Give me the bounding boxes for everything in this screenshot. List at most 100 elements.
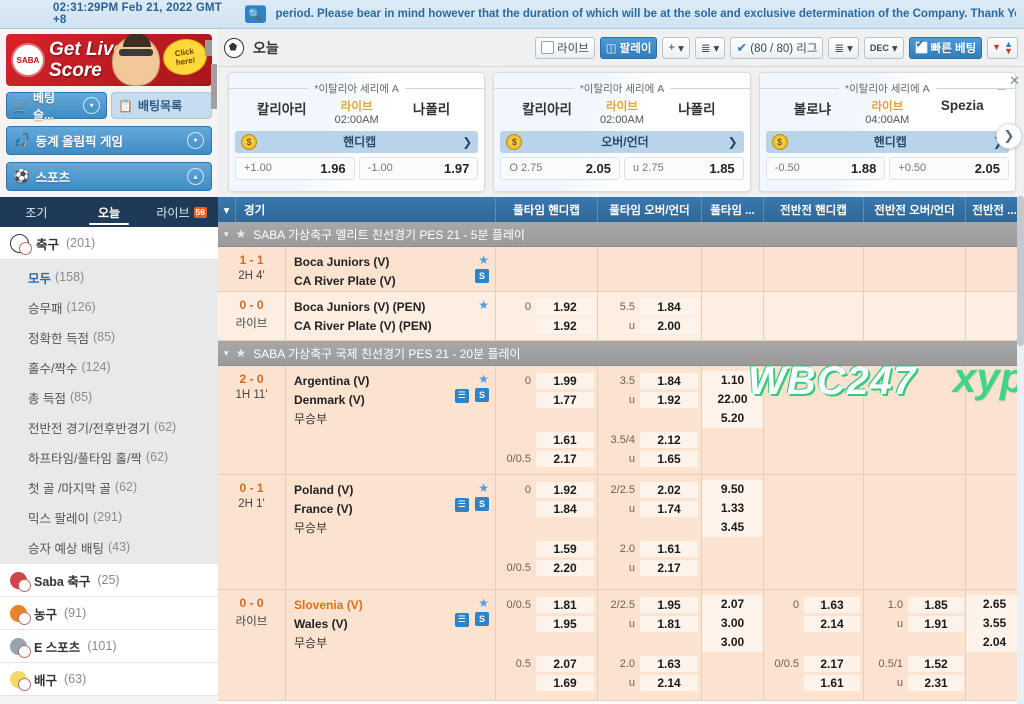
odd-2[interactable]: 3.00 — [702, 614, 763, 633]
odd-value[interactable]: 2.31 — [908, 674, 964, 691]
statistics-icon[interactable]: ☰ — [454, 612, 469, 627]
highlight-card-2[interactable]: *이탈리아 세리에 A 칼리아리 라이브 02:00AM 나폴리 $ 오버/언더… — [493, 71, 751, 192]
odd-1[interactable]: 2.65 — [966, 595, 1023, 614]
odd-2[interactable]: 22.00 — [702, 390, 763, 409]
card-odd-over[interactable]: O 2.75 2.05 — [500, 156, 620, 180]
search-icon[interactable]: 🔍 — [244, 5, 266, 23]
odd-value[interactable]: 1.61 — [640, 540, 698, 557]
odd-1[interactable]: 9.50 — [702, 480, 763, 499]
sort-button[interactable]: ≣ ▾ — [694, 36, 726, 59]
collapse-all-caret[interactable]: ▾ — [218, 197, 236, 222]
card-odd-home[interactable]: +1.00 1.96 — [235, 156, 355, 180]
stats-icon[interactable]: S — [475, 269, 489, 283]
table-row[interactable]: 0 - 1 2H 1' Poland (V) France (V) 무승부 ★ … — [218, 475, 1024, 590]
odd-value[interactable]: 1.92 — [640, 391, 698, 408]
odd-value[interactable]: 2.14 — [640, 674, 698, 691]
odd-value[interactable]: 1.63 — [804, 596, 860, 613]
odd-1[interactable]: 2.07 — [702, 595, 763, 614]
odds-format-button[interactable]: DEC ▾ — [863, 36, 904, 59]
stats-icon[interactable]: S — [475, 497, 489, 511]
odd-value[interactable]: 1.69 — [536, 674, 594, 691]
stats-icon[interactable]: S — [475, 388, 489, 402]
odd-value[interactable]: 1.84 — [536, 500, 594, 517]
highlight-card-3[interactable]: *이탈리아 세리에 A 볼로냐 라이브 04:00AM Spezia $ 핸디캡… — [758, 71, 1016, 192]
star-icon[interactable]: ★ — [478, 298, 489, 313]
odd-value[interactable]: 2.00 — [640, 317, 698, 334]
statistics-icon[interactable]: ☰ — [454, 497, 469, 512]
submenu-item-odd-even[interactable]: 홀수/짝수 (124) — [0, 352, 218, 382]
odd-value[interactable]: 1.92 — [536, 298, 594, 315]
odd-value[interactable]: 1.59 — [536, 540, 594, 557]
star-icon[interactable]: ★ — [452, 481, 489, 496]
card-bet-type-bar[interactable]: $ 오버/언더 ❯ — [500, 130, 744, 153]
view-mode-button[interactable]: ≣ ▾ — [828, 36, 859, 59]
chevron-down-icon[interactable]: ▾ — [224, 348, 229, 359]
live-filter-checkbox[interactable]: 라이브 — [535, 36, 595, 59]
odd-value[interactable]: 1.81 — [640, 615, 698, 632]
tab-early[interactable]: 조기 — [0, 197, 73, 227]
league-group-header[interactable]: ▾ ★ SABA 가상축구 국제 친선경기 PES 21 - 20분 플레이 — [218, 341, 1024, 366]
add-button[interactable]: + ▾ — [662, 36, 690, 59]
click-here-bubble[interactable]: Click here! — [160, 36, 210, 78]
tab-live[interactable]: 라이브 56 — [145, 197, 218, 227]
submenu-item-all[interactable]: 모두 (158) — [0, 262, 218, 292]
odd-value[interactable]: 1.95 — [536, 615, 594, 632]
cards-next-button[interactable]: ❯ — [996, 123, 1022, 149]
table-row[interactable]: 1 - 1 2H 4' Boca Juniors (V) CA River Pl… — [218, 247, 1024, 292]
odd-value[interactable]: 1.61 — [536, 431, 594, 448]
odd-x[interactable]: 3.00 — [702, 633, 763, 652]
chevron-right-icon[interactable]: ❯ — [462, 135, 472, 149]
card-odd-away[interactable]: +0.50 2.05 — [889, 156, 1009, 180]
submenu-item-halftime-fulltime-oddeven[interactable]: 하프타임/풀타임 홀/짝 (62) — [0, 442, 218, 472]
table-row[interactable]: 0 - 0 라이브 Boca Juniors (V) (PEN) CA Rive… — [218, 292, 1024, 341]
highlight-card-1[interactable]: *이탈리아 세리에 A 칼리아리 라이브 02:00AM 나폴리 $ 핸디캡 ❯ — [228, 71, 486, 192]
odd-value[interactable]: 1.74 — [640, 500, 698, 517]
odd-value[interactable]: 1.65 — [640, 450, 698, 467]
odd-value[interactable]: 1.61 — [804, 674, 860, 691]
odd-value[interactable]: 1.95 — [640, 596, 698, 613]
odd-value[interactable]: 1.92 — [536, 481, 594, 498]
parlay-button[interactable]: ◫ 팔레이 — [599, 36, 658, 59]
odd-value[interactable]: 2.17 — [804, 655, 860, 672]
odd-2[interactable]: 3.55 — [966, 614, 1023, 633]
star-icon[interactable]: ★ — [452, 372, 489, 387]
sort-updown-button[interactable]: ▼ ▲ ▼ — [987, 36, 1018, 59]
submenu-item-1x2[interactable]: 승무패 (126) — [0, 292, 218, 322]
odd-x[interactable]: 5.20 — [702, 409, 763, 428]
sidebar-item-saba-soccer[interactable]: Saba 축구 (25) — [0, 564, 218, 597]
submenu-item-total-goals[interactable]: 총 득점 (85) — [0, 382, 218, 412]
get-live-score-banner[interactable]: SABA Get Live Score Click here! — [6, 34, 212, 86]
star-icon[interactable]: ★ — [452, 596, 489, 611]
chevron-right-icon[interactable]: ❯ — [728, 135, 738, 149]
odd-value[interactable]: 1.91 — [908, 615, 964, 632]
odd-value[interactable]: 1.63 — [640, 655, 698, 672]
sidebar-scrollbar[interactable] — [211, 64, 217, 109]
odd-value[interactable]: 2.14 — [804, 615, 860, 632]
statistics-icon[interactable]: ☰ — [454, 388, 469, 403]
quick-bet-toggle[interactable]: 빠른 베팅 — [908, 36, 983, 59]
sports-section[interactable]: ⚽ 스포츠 ▴ — [6, 162, 212, 191]
olympics-section[interactable]: 🎣 동계 올림픽 게임 ▾ — [6, 126, 212, 155]
odd-value[interactable]: 1.77 — [536, 391, 594, 408]
odd-value[interactable]: 2.17 — [536, 450, 594, 467]
card-odd-under[interactable]: u 2.75 1.85 — [624, 156, 744, 180]
odd-value[interactable]: 1.84 — [640, 372, 698, 389]
odd-value[interactable]: 1.85 — [908, 596, 964, 613]
submenu-item-halftime-fulltime-match[interactable]: 전반전 경기/전후반경기 (62) — [0, 412, 218, 442]
submenu-item-first-last-goal[interactable]: 첫 골 /마지막 골 (62) — [0, 472, 218, 502]
odd-value[interactable]: 1.99 — [536, 372, 594, 389]
sidebar-scroll-grip[interactable] — [205, 40, 212, 56]
star-icon[interactable]: ★ — [472, 253, 489, 268]
odd-1[interactable]: 1.10 — [702, 371, 763, 390]
odd-value[interactable]: 1.92 — [536, 317, 594, 334]
odd-2[interactable]: 1.33 — [702, 499, 763, 518]
odd-value[interactable]: 2.12 — [640, 431, 698, 448]
sidebar-item-basketball[interactable]: 농구 (91) — [0, 597, 218, 630]
bet-list-button[interactable]: 📋 배팅목록 — [111, 92, 212, 119]
stats-icon[interactable]: S — [475, 612, 489, 626]
sidebar-item-esports[interactable]: E 스포츠 (101) — [0, 630, 218, 663]
main-scrollbar[interactable] — [1017, 196, 1024, 704]
star-icon[interactable]: ★ — [236, 227, 247, 241]
star-icon[interactable]: ★ — [236, 346, 247, 360]
submenu-item-correct-score[interactable]: 정확한 득점 (85) — [0, 322, 218, 352]
